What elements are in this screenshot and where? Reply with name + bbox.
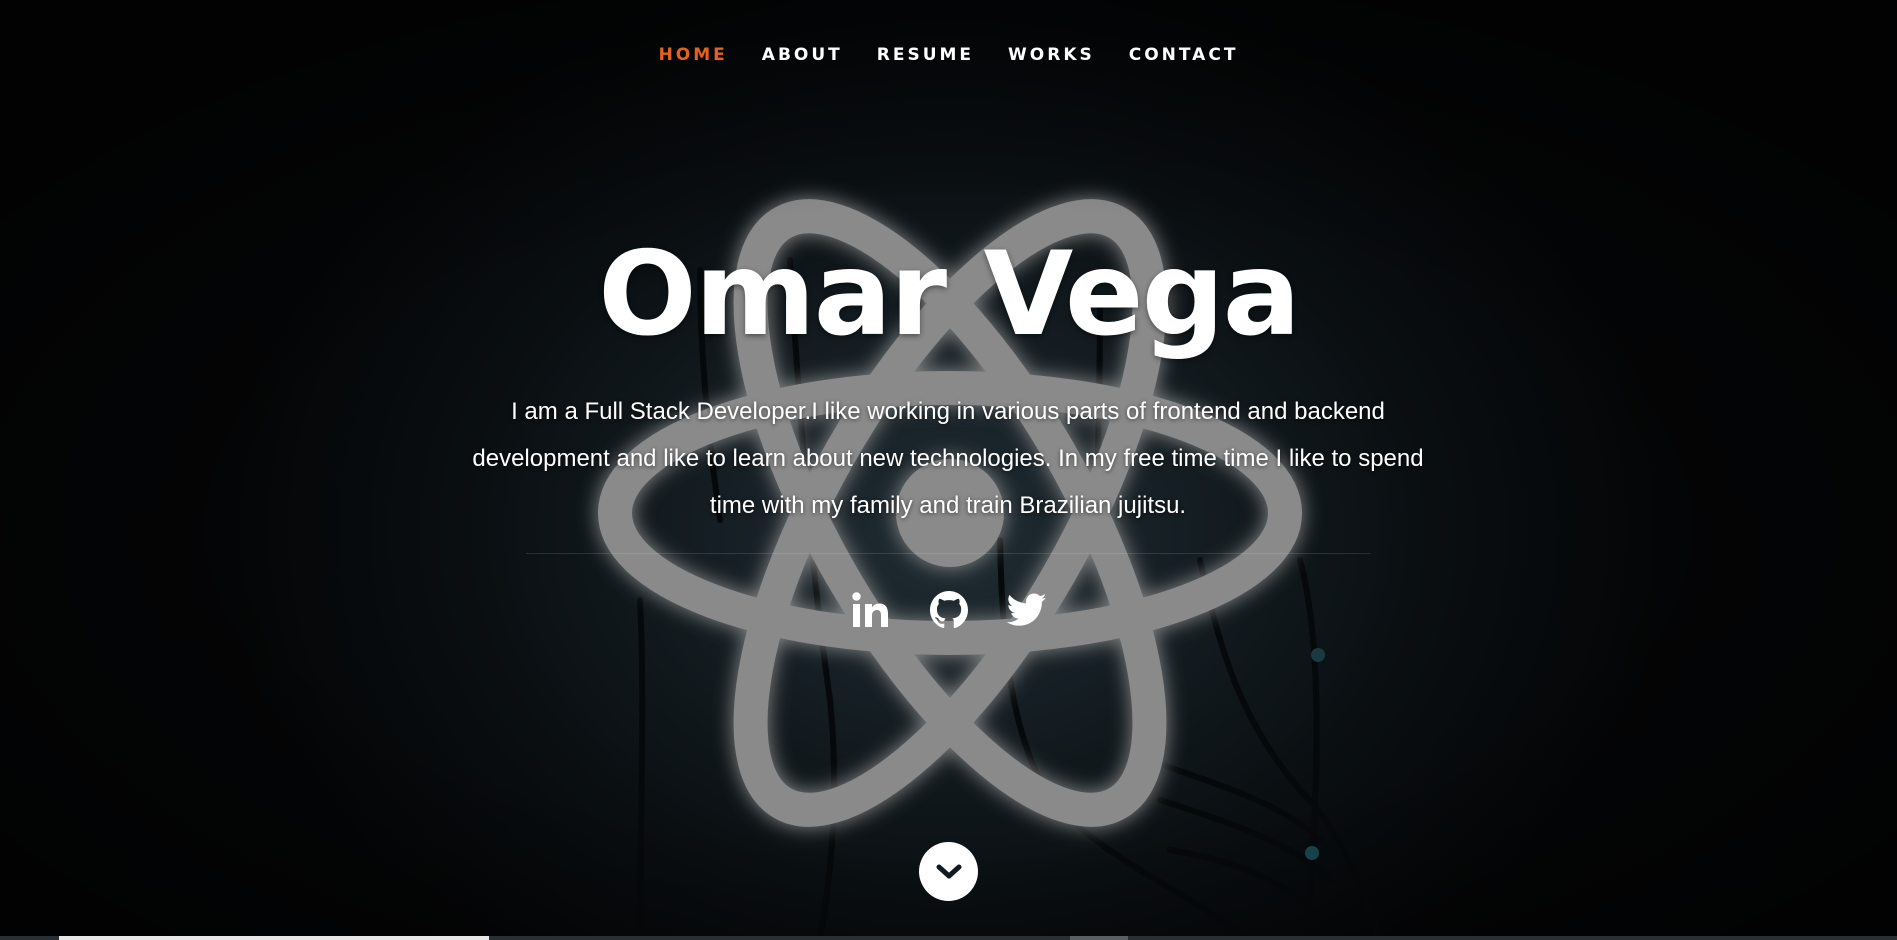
chevron-down-icon [936, 864, 961, 878]
nav-resume[interactable]: RESUME [860, 40, 991, 70]
hero-section: HOME ABOUT RESUME WORKS CONTACT Omar Veg… [0, 0, 1897, 940]
bottom-scrollbar [0, 936, 1897, 940]
scroll-thumb[interactable] [1070, 936, 1128, 940]
linkedin-link[interactable] [851, 588, 891, 632]
main-nav: HOME ABOUT RESUME WORKS CONTACT [0, 40, 1897, 70]
nav-about[interactable]: ABOUT [745, 40, 860, 70]
nav-works[interactable]: WORKS [991, 40, 1112, 70]
divider [526, 553, 1371, 554]
github-link[interactable] [929, 588, 969, 632]
scroll-down-button[interactable] [919, 842, 978, 901]
twitter-link[interactable] [1006, 588, 1047, 632]
hero-bio: I am a Full Stack Developer.I like worki… [472, 398, 1424, 519]
scroll-progress-segment [59, 936, 489, 940]
nav-home[interactable]: HOME [642, 40, 745, 70]
hero-name: Omar Vega [598, 227, 1301, 362]
github-icon [929, 591, 968, 629]
nav-contact[interactable]: CONTACT [1112, 40, 1256, 70]
twitter-icon [1006, 593, 1046, 626]
linkedin-icon [851, 592, 888, 627]
social-links [0, 588, 1897, 632]
